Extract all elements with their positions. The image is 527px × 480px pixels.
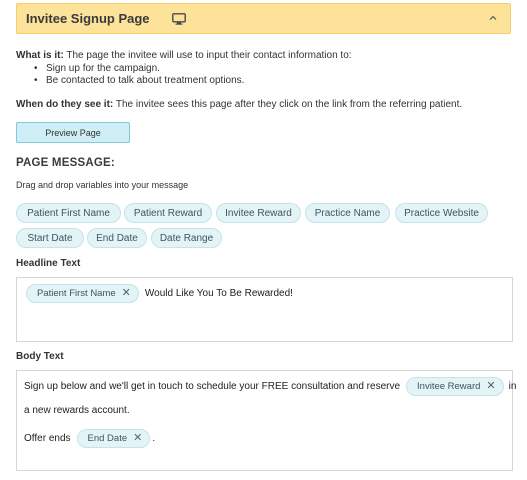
headline-variable-tag[interactable]: Patient First Name ✕ <box>26 284 139 303</box>
body-label: Body Text <box>16 351 64 362</box>
offer-suffix: . <box>152 433 156 444</box>
offer-prefix: Offer ends <box>24 433 71 444</box>
variable-chip-start-date[interactable]: Start Date <box>16 228 84 248</box>
what-text: The page the invitee will use to input t… <box>63 50 352 61</box>
remove-tag-icon[interactable]: ✕ <box>133 433 142 444</box>
tag-label: End Date <box>87 433 128 444</box>
body-variable-tag-invitee-reward[interactable]: Invitee Reward ✕ <box>406 377 504 396</box>
body-line-1: Sign up below and we'll get in touch to … <box>24 381 401 392</box>
preview-page-button[interactable]: Preview Page <box>16 122 130 143</box>
bullet-item: Be contacted to talk about treatment opt… <box>34 75 352 88</box>
when-text: The invitee sees this page after they cl… <box>113 99 463 110</box>
variable-chip-patient-reward[interactable]: Patient Reward <box>124 203 212 223</box>
variable-chip-invitee-reward[interactable]: Invitee Reward <box>216 203 301 223</box>
variable-chip-date-range[interactable]: Date Range <box>151 228 222 248</box>
body-editor[interactable]: Sign up below and we'll get in touch to … <box>16 370 516 471</box>
drag-hint: Drag and drop variables into your messag… <box>16 180 189 190</box>
page-message-heading: PAGE MESSAGE: <box>16 157 115 169</box>
body-line-2: a new rewards account. <box>24 405 130 416</box>
when-label: When do they see it: <box>16 99 114 110</box>
variable-chip-practice-name[interactable]: Practice Name <box>305 203 390 223</box>
info-when: When do they see it: The invitee sees th… <box>16 99 462 110</box>
info-what: What is it: The page the invitee will us… <box>16 50 352 88</box>
variable-chip-end-date[interactable]: End Date <box>87 228 147 248</box>
bullet-item: Sign up for the campaign. <box>34 63 352 76</box>
headline-label: Headline Text <box>16 258 81 269</box>
remove-tag-icon[interactable]: ✕ <box>122 288 131 299</box>
section-title: Invitee Signup Page <box>26 11 150 26</box>
monitor-icon <box>171 12 186 25</box>
body-variable-tag-end-date[interactable]: End Date ✕ <box>76 429 151 448</box>
tag-label: Patient First Name <box>37 288 116 299</box>
what-label: What is it: <box>16 50 64 61</box>
remove-tag-icon[interactable]: ✕ <box>486 381 495 392</box>
section-header[interactable]: Invitee Signup Page <box>16 3 511 34</box>
tag-label: Invitee Reward <box>417 381 481 392</box>
headline-text: Would Like You To Be Rewarded! <box>144 288 293 299</box>
variable-chip-patient-first-name[interactable]: Patient First Name <box>16 203 121 223</box>
chevron-up-icon[interactable] <box>488 13 498 23</box>
info-bullets: Sign up for the campaign. Be contacted t… <box>34 63 352 88</box>
variable-chip-practice-website[interactable]: Practice Website <box>395 203 488 223</box>
body-line-1-end: in <box>508 381 517 392</box>
headline-editor[interactable]: Patient First Name ✕ Would Like You To B… <box>16 277 513 342</box>
